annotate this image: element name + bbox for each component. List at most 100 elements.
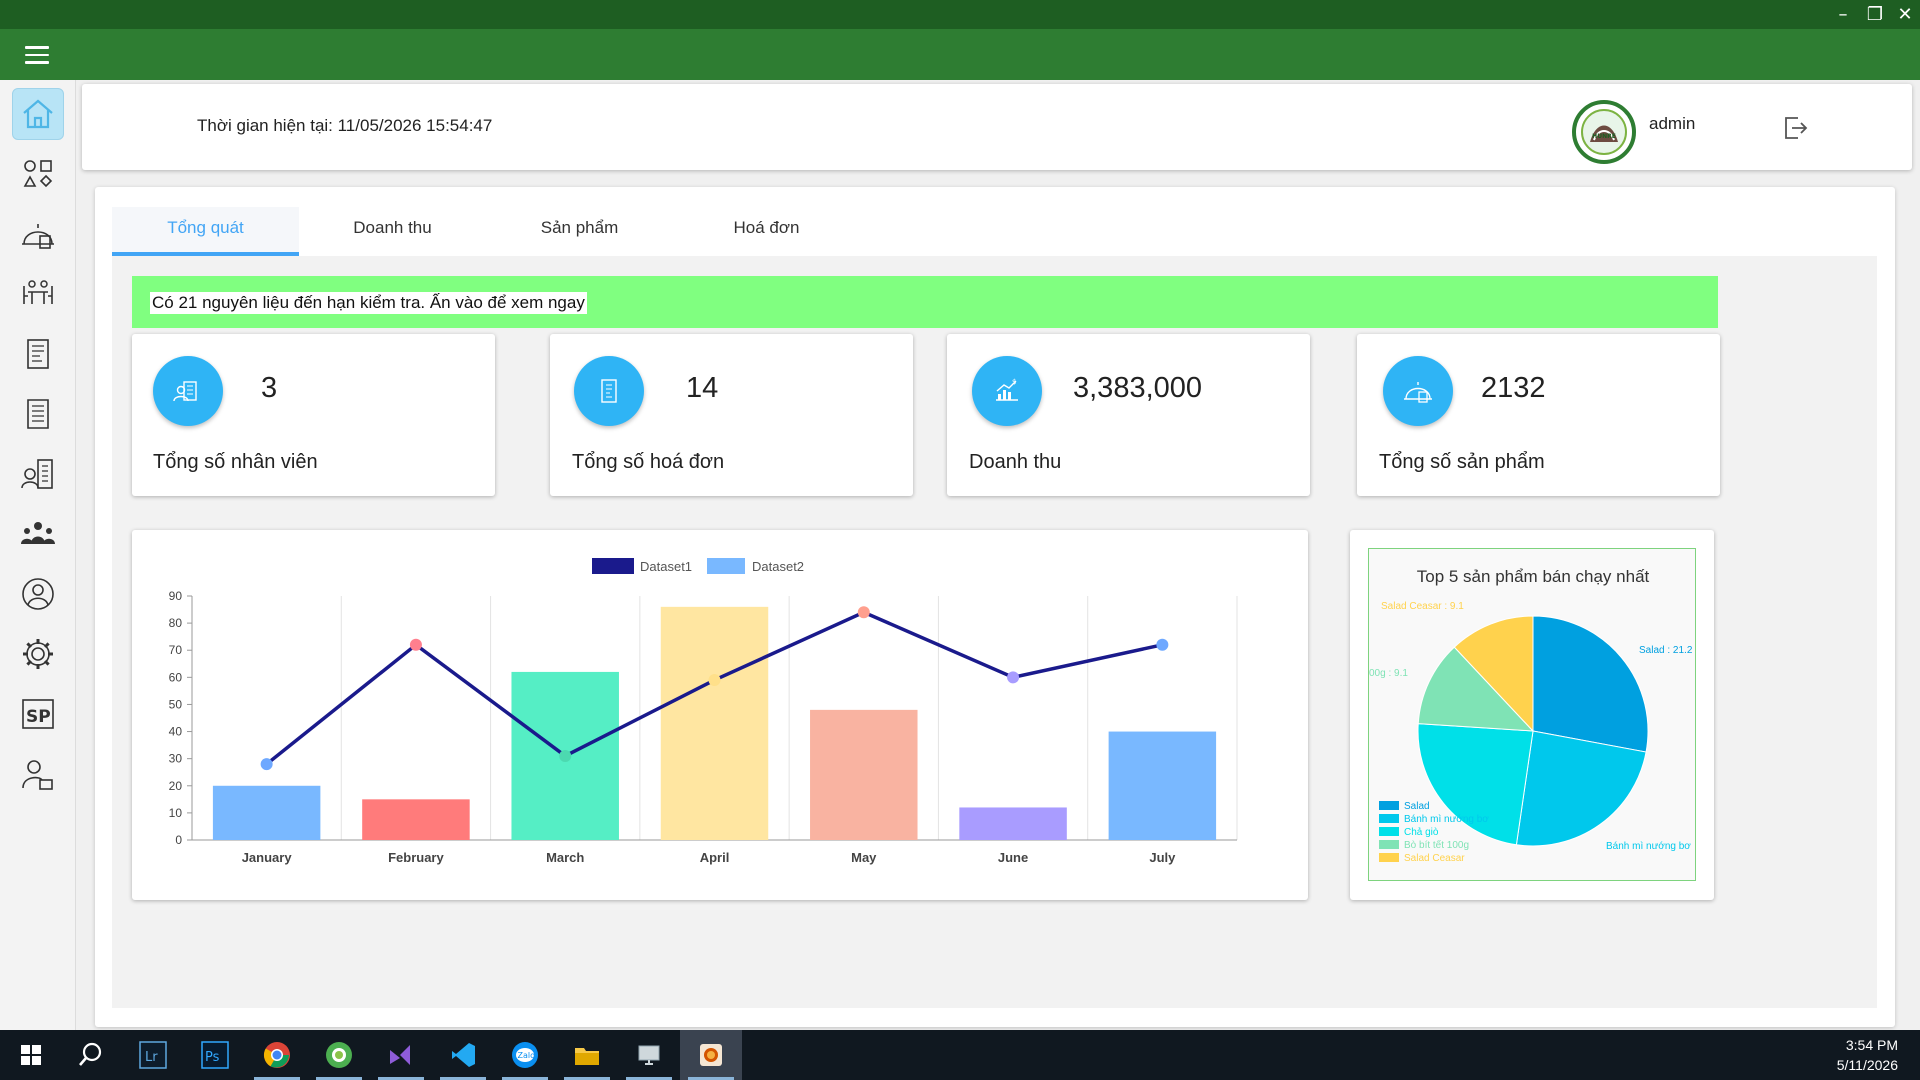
sidebar-item-categories[interactable] — [12, 148, 64, 200]
pie-legend-swatch — [1379, 840, 1399, 849]
product-label: Tổng số sản phẩm — [1379, 451, 1545, 473]
taskbar-vscode[interactable] — [432, 1030, 494, 1080]
building-icon — [21, 459, 53, 489]
dashboard-panel: Tổng quát Doanh thu Sản phẩm Hoá đơn Có … — [95, 187, 1895, 1027]
sidebar-item-food[interactable] — [12, 208, 64, 260]
list-icon — [27, 399, 49, 429]
y-tick-label: 50 — [169, 697, 183, 711]
x-tick-label: June — [998, 850, 1028, 865]
pie-legend-label: Salad — [1404, 801, 1430, 812]
logo-text: HUNRE — [1592, 133, 1616, 140]
taskbar-remote-desktop[interactable] — [618, 1030, 680, 1080]
sidebar-item-lists[interactable] — [12, 388, 64, 440]
food-icon — [22, 224, 54, 249]
legend-swatch-dataset2 — [707, 558, 745, 574]
sidebar-item-reports[interactable] — [12, 448, 64, 500]
stat-card-revenue: $ 3,383,000 Doanh thu — [947, 334, 1310, 496]
sidebar-item-settings[interactable] — [12, 628, 64, 680]
windows-taskbar: Lr Ps Zalo 3:54 PM 5/11/2026 — [0, 1030, 1920, 1080]
visual-studio-icon — [390, 1045, 410, 1065]
x-tick-label: July — [1149, 850, 1176, 865]
dataset1-point — [857, 606, 870, 619]
y-tick-label: 10 — [169, 806, 183, 820]
taskbar-coccoc[interactable] — [308, 1030, 370, 1080]
employee-label: Tổng số nhân viên — [153, 451, 318, 473]
current-time-label: Thời gian hiện tại: 11/05/2026 15:54:47 — [197, 116, 493, 135]
sidebar-item-staff[interactable] — [12, 508, 64, 560]
taskbar-search[interactable] — [60, 1030, 122, 1080]
dataset1-point — [1007, 671, 1020, 684]
menu-icon[interactable] — [25, 46, 49, 64]
app-icon — [700, 1044, 722, 1066]
restore-button[interactable]: ❐ — [1860, 2, 1890, 28]
taskbar-zalo[interactable]: Zalo — [494, 1030, 556, 1080]
system-clock[interactable]: 3:54 PM 5/11/2026 — [1837, 1035, 1898, 1075]
logout-icon[interactable] — [1782, 114, 1810, 142]
dataset1-point — [559, 749, 572, 762]
taskbar-photoshop[interactable]: Ps — [184, 1030, 246, 1080]
sidebar-item-invoices[interactable] — [12, 328, 64, 380]
tab-products[interactable]: Sản phẩm — [486, 207, 673, 256]
sidebar-item-account[interactable] — [12, 568, 64, 620]
tab-invoices[interactable]: Hoá đơn — [673, 207, 860, 256]
y-tick-label: 90 — [169, 589, 183, 603]
close-button[interactable]: ✕ — [1890, 2, 1920, 28]
stat-card-invoices: 14 Tổng số hoá đơn — [550, 334, 913, 496]
employee-icon — [153, 356, 223, 426]
sidebar-item-sp[interactable]: SP — [12, 688, 64, 740]
pie-legend-label: Chả giò — [1404, 827, 1439, 838]
x-tick-label: March — [546, 850, 584, 865]
sidebar-item-tables[interactable] — [12, 268, 64, 320]
ingredient-alert-banner[interactable]: Có 21 nguyên liệu đến hạn kiểm tra. Ấn v… — [132, 276, 1718, 328]
chrome-icon — [263, 1042, 290, 1068]
stat-card-products: 2132 Tổng số sản phẩm — [1357, 334, 1720, 496]
legend-swatch-dataset1 — [592, 558, 634, 574]
sidebar-item-user-manage[interactable] — [12, 748, 64, 800]
taskbar-lightroom[interactable]: Lr — [122, 1030, 184, 1080]
pie-legend-label: Bò bít tết 100g — [1404, 839, 1469, 851]
taskbar-current-app[interactable] — [680, 1030, 742, 1080]
pie-legend-label: Salad Ceasar — [1404, 853, 1465, 864]
remote-desktop-icon — [638, 1045, 660, 1065]
top-products-pie-chart: Salad : 21.2 Bánh mì nướng bơ 00g : 9.1 Sal… — [1369, 601, 1693, 864]
top-products-card: Top 5 sản phẩm bán chạy nhất Salad : 21.… — [1350, 530, 1714, 900]
sidebar-item-home[interactable] — [12, 88, 64, 140]
header-card: Thời gian hiện tại: 11/05/2026 15:54:47 … — [82, 84, 1912, 170]
pie-slice — [1532, 615, 1649, 753]
pie-data-label: Salad Ceasar : 9.1 — [1381, 601, 1464, 612]
window-titlebar: – ❐ ✕ — [0, 0, 1920, 29]
y-tick-label: 80 — [169, 616, 183, 630]
dataset1-point — [1156, 638, 1169, 651]
pie-data-label: Bánh mì nướng bơ — [1606, 841, 1691, 852]
invoice-icon — [574, 356, 644, 426]
tab-revenue[interactable]: Doanh thu — [299, 207, 486, 256]
clock-time: 3:54 PM — [1845, 1037, 1898, 1053]
start-button[interactable] — [0, 1030, 62, 1080]
sidebar: SP — [0, 80, 76, 1030]
coccoc-icon — [326, 1042, 352, 1068]
windows-start-icon — [21, 1045, 41, 1065]
svg-text:$: $ — [1012, 378, 1016, 386]
table-icon — [23, 280, 53, 304]
photoshop-icon: Ps — [201, 1041, 229, 1069]
y-tick-label: 70 — [169, 643, 183, 657]
taskbar-visual-studio[interactable] — [370, 1030, 432, 1080]
employee-count: 3 — [261, 372, 278, 404]
revenue-value: 3,383,000 — [1073, 372, 1203, 404]
invoice-count: 14 — [686, 372, 719, 404]
minimize-button[interactable]: – — [1828, 2, 1858, 28]
taskbar-file-explorer[interactable] — [556, 1030, 618, 1080]
bar-april — [660, 606, 769, 840]
shapes-icon — [23, 160, 53, 188]
pie-data-label: Salad : 21.2 — [1639, 645, 1693, 656]
taskbar-chrome[interactable] — [246, 1030, 308, 1080]
top-products-chart-frame: Top 5 sản phẩm bán chạy nhất Salad : 21.… — [1368, 548, 1696, 881]
tab-overview[interactable]: Tổng quát — [112, 207, 299, 256]
legend-label-dataset2: Dataset2 — [752, 559, 804, 574]
dataset1-point — [708, 674, 721, 687]
staff-icon — [21, 522, 55, 544]
alert-text[interactable]: Có 21 nguyên liệu đến hạn kiểm tra. Ấn v… — [150, 292, 587, 314]
tab-bar: Tổng quát Doanh thu Sản phẩm Hoá đơn — [112, 207, 860, 256]
username-label: admin — [1649, 114, 1696, 133]
svg-text:Zalo: Zalo — [518, 1051, 536, 1060]
